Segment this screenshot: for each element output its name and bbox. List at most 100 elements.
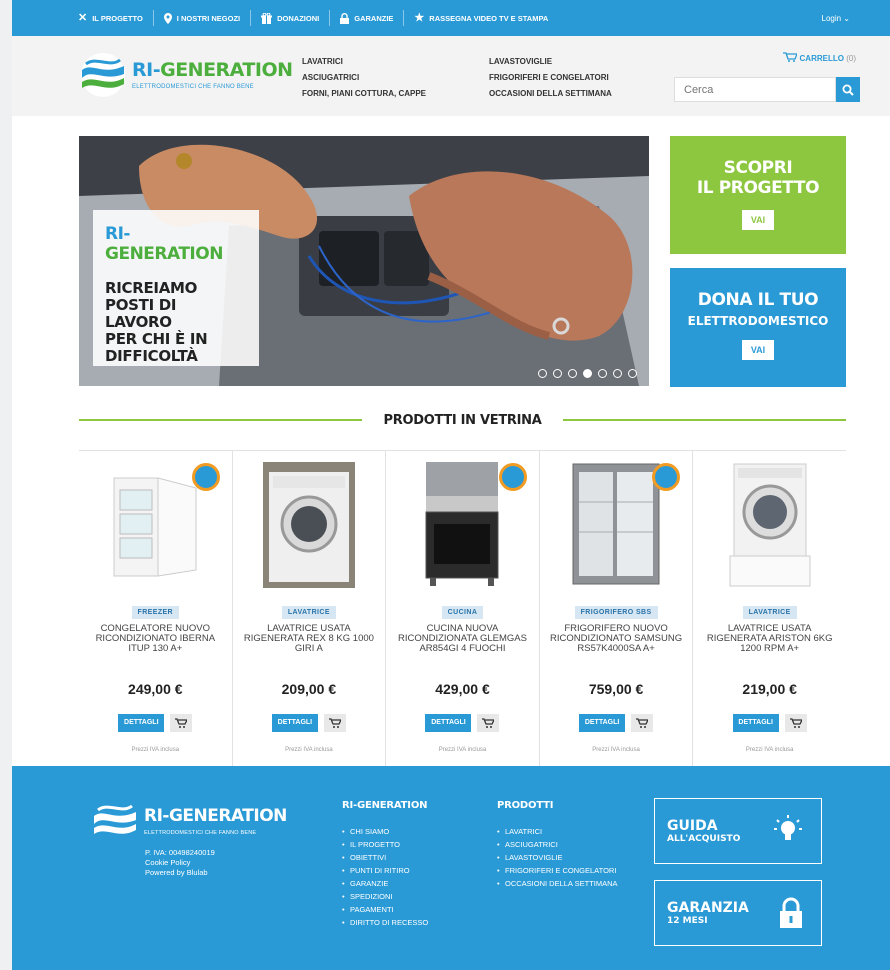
topbar-link-garanzie[interactable]: Garanzie (330, 10, 405, 26)
slider-dot-active[interactable] (583, 369, 592, 378)
footer-link[interactable]: Garanzie (342, 877, 428, 890)
box-subtitle: 12 MESI (667, 915, 708, 926)
add-to-cart-button[interactable] (477, 714, 500, 732)
price-note: Prezzi IVA inclusa (438, 747, 487, 753)
footer-column-prodotti: PRODOTTI Lavatrici Asciugatrici Lavastov… (497, 800, 637, 890)
promo-vai-button[interactable]: VAI (742, 210, 774, 230)
product-card[interactable]: FREEZER CONGELATORE NUOVO RICONDIZIONATO… (79, 451, 233, 766)
cart-icon (482, 718, 495, 728)
product-category-tag[interactable]: CUCINA (441, 606, 484, 619)
logo-mark-icon (94, 804, 136, 834)
slider-dot[interactable] (628, 369, 637, 378)
product-name[interactable]: FRIGORIFERO NUOVO RICONDIZIONATO SAMSUNG… (548, 624, 685, 654)
footer-link[interactable]: Pagamenti (342, 903, 428, 916)
add-to-cart-button[interactable] (170, 714, 193, 732)
footer-tagline: ELETTRODOMESTICI CHE FANNO BENE (144, 830, 257, 836)
add-to-cart-button[interactable] (323, 714, 346, 732)
footer-link[interactable]: Obiettivi (342, 851, 428, 864)
product-price: 249,00 € (128, 681, 183, 697)
footer-link[interactable]: Lavastoviglie (497, 851, 637, 864)
garanzia-box[interactable]: GARANZIA 12 MESI (654, 880, 822, 946)
guida-acquisto-box[interactable]: GUIDA ALL'ACQUISTO (654, 798, 822, 864)
login-link[interactable]: Login ⌄ (822, 14, 851, 23)
hero-slider[interactable]: RI-GENERATION RICREIAMO POSTI DI LAVORO … (79, 136, 649, 386)
product-category-tag[interactable]: LAVATRICE (281, 606, 336, 619)
search-bar (674, 77, 860, 102)
promo-dona[interactable]: DONA IL TUO ELETTRODOMESTICO VAI (670, 268, 846, 387)
lock-icon (340, 12, 350, 24)
footer-link[interactable]: Spedizioni (342, 890, 428, 903)
footer-link[interactable]: Diritto di recesso (342, 916, 428, 929)
footer-link[interactable]: Lavatrici (497, 825, 637, 838)
product-price: 209,00 € (281, 681, 337, 697)
slider-dots (538, 369, 637, 378)
cart-icon (789, 718, 802, 728)
product-card[interactable]: FRIGORIFERO SBS FRIGORIFERO NUOVO RICOND… (540, 451, 694, 766)
topbar-link-progetto[interactable]: ✕ Il progetto (68, 10, 154, 26)
product-price: 219,00 € (742, 681, 797, 697)
footer-link[interactable]: Frigoriferi e congelatori (497, 864, 637, 877)
details-button[interactable]: DETTAGLI (118, 714, 165, 732)
cart-link[interactable]: CARRELLO (0) (783, 52, 856, 63)
footer-column-rigeneration: RI-GENERATION Chi siamo Il progetto Obie… (342, 800, 428, 929)
slider-dot[interactable] (538, 369, 547, 378)
product-card[interactable]: CUCINA CUCINA NUOVA RICONDIZIONATA GLEMG… (386, 451, 540, 766)
cart-label: CARRELLO (799, 54, 844, 63)
details-button[interactable]: DETTAGLI (271, 714, 318, 732)
product-card[interactable]: LAVATRICE LAVATRICE USATA RIGENERATA REX… (233, 451, 387, 766)
slider-dot[interactable] (613, 369, 622, 378)
lock-icon (780, 897, 802, 928)
footer-logo[interactable]: RI-GENERATION ELETTRODOMESTICI CHE FANNO… (92, 798, 287, 844)
promo-vai-button[interactable]: VAI (742, 340, 774, 360)
product-name[interactable]: LAVATRICE USATA RIGENERATA ARISTON 6KG 1… (701, 624, 838, 654)
slider-dot[interactable] (568, 369, 577, 378)
nav-frigoriferi[interactable]: Frigoriferi e congelatori (489, 70, 612, 86)
product-category-tag[interactable]: FRIGORIFERO SBS (574, 606, 658, 619)
slider-dot[interactable] (598, 369, 607, 378)
hero-brand: RI-GENERATION (105, 224, 223, 264)
nav-lavatrici[interactable]: Lavatrici (302, 54, 426, 70)
product-category-tag[interactable]: LAVATRICE (742, 606, 797, 619)
footer-link[interactable]: Punti di ritiro (342, 864, 428, 877)
topbar-link-rassegna[interactable]: ★ Rassegna video TV e stampa (404, 10, 558, 26)
cookie-policy-link[interactable]: Cookie Policy (145, 858, 215, 868)
footer-link[interactable]: Asciugatrici (497, 838, 637, 851)
topbar-link-donazioni[interactable]: Donazioni (251, 10, 331, 26)
nav-lavastoviglie[interactable]: Lavastoviglie (489, 54, 612, 70)
slider-dot[interactable] (553, 369, 562, 378)
price-note: Prezzi IVA inclusa (592, 747, 640, 753)
promo-subtitle: ELETTRODOMESTICO (687, 314, 829, 328)
product-category-tag[interactable]: FREEZER (131, 606, 180, 619)
details-button[interactable]: DETTAGLI (579, 714, 626, 732)
promo-scopri-progetto[interactable]: SCOPRI IL PROGETTO VAI (670, 136, 846, 254)
product-name[interactable]: CUCINA NUOVA RICONDIZIONATA GLEMGAS AR85… (394, 624, 531, 654)
nav-occasioni[interactable]: Occasioni della settimana (489, 86, 612, 102)
add-to-cart-button[interactable] (631, 714, 654, 732)
topbar-link-negozi[interactable]: I nostri negozi (154, 10, 252, 26)
section-title: PRODOTTI IN VETRINA (383, 412, 542, 428)
footer-link[interactable]: Occasioni della settimana (497, 877, 637, 890)
header: RI-GENERATION ELETTRODOMESTICI CHE FANNO… (12, 36, 890, 116)
footer-link[interactable]: Il progetto (342, 838, 428, 851)
search-button[interactable] (836, 77, 860, 102)
footer-link[interactable]: Chi siamo (342, 825, 428, 838)
logo[interactable]: RI-GENERATION ELETTRODOMESTICI CHE FANNO… (80, 52, 293, 98)
add-to-cart-button[interactable] (784, 714, 807, 732)
nav-asciugatrici[interactable]: Asciugatrici (302, 70, 426, 86)
product-name[interactable]: LAVATRICE USATA RIGENERATA REX 8 KG 1000… (241, 624, 378, 654)
product-card[interactable]: LAVATRICE LAVATRICE USATA RIGENERATA ARI… (693, 451, 846, 766)
promo-title: DONA IL TUO (697, 290, 819, 310)
product-price: 429,00 € (435, 681, 490, 697)
nav-forni[interactable]: Forni, piani cottura, cappe (302, 86, 426, 102)
star-icon: ★ (414, 11, 425, 24)
details-button[interactable]: DETTAGLI (425, 714, 472, 732)
footer-column-title: RI-GENERATION (342, 800, 428, 811)
powered-by-link[interactable]: Powered by Blulab (145, 868, 215, 878)
rigenerato-badge-icon (498, 463, 527, 491)
product-price: 759,00 € (588, 681, 644, 697)
topbar-label: Rassegna video TV e stampa (429, 13, 549, 23)
product-name[interactable]: CONGELATORE NUOVO RICONDIZIONATO IBERNA … (87, 624, 224, 654)
box-title: GUIDA (667, 817, 718, 834)
details-button[interactable]: DETTAGLI (732, 714, 779, 732)
search-input[interactable] (674, 77, 836, 102)
